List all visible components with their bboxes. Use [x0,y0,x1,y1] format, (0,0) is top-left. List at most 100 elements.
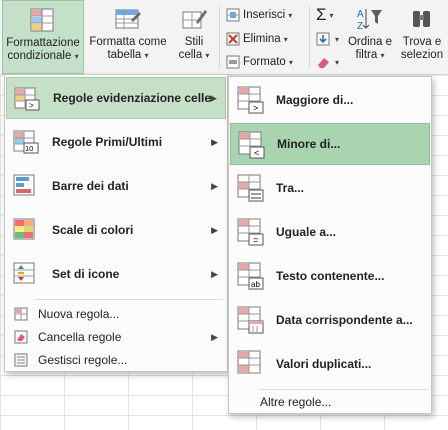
between-icon [237,174,264,202]
new-rule-icon [14,307,28,321]
menu-item-color-scales[interactable]: Scale di colori ▶ [6,209,226,251]
chevron-down-icon: ▾ [205,51,210,60]
equal-to-icon: = [237,218,264,246]
data-bars-icon [13,174,35,196]
eraser-icon [318,58,329,68]
submenu-item-label: Valori duplicati... [276,357,372,371]
binoculars-icon [413,11,430,27]
submenu-item-less-than[interactable]: < Minore di... [230,123,430,165]
submenu-arrow-icon: ▶ [210,92,217,103]
color-scales-icon [13,218,35,240]
submenu-item-date-occurring[interactable]: Data corrispondente a... [230,299,430,341]
delete-label: Elimina [243,33,281,45]
fill-button[interactable]: ▾ [316,30,339,48]
submenu-item-label: Tra... [276,181,305,195]
format-table-icon [115,9,141,29]
insert-cells-button[interactable]: Inserisci ▾ [226,6,292,24]
chevron-down-icon: ▾ [288,57,293,67]
manage-rules-icon [14,353,28,367]
format-as-table-label-2: tabella [107,49,142,61]
duplicate-values-icon [237,350,261,374]
menu-item-clear-rules[interactable]: Cancella regole ▶ [6,326,226,348]
conditional-formatting-icon [30,8,54,32]
conditional-formatting-label-2: condizionale [7,50,72,62]
top-bottom-badge: 10 [25,144,33,153]
chevron-down-icon: ▾ [283,34,288,44]
cell-styles-icon [182,10,207,29]
sort-filter-icon: A Z [357,9,382,32]
chevron-down-icon: ▾ [380,51,385,60]
menu-item-manage-rules[interactable]: Gestisci regole... [6,349,226,371]
submenu-arrow-icon: ▶ [211,136,218,147]
delete-cells-button[interactable]: Elimina ▾ [226,30,288,48]
menu-item-label: Cancella regole [38,330,122,344]
submenu-item-label: Altre regole... [260,395,332,409]
submenu-item-more-rules[interactable]: Altre regole... [230,390,430,414]
menu-item-label: Set di icone [52,267,120,281]
chevron-down-icon: ▾ [335,34,340,44]
ribbon-divider [309,6,310,68]
menu-item-top-bottom-rules[interactable]: 10 Regole Primi/Ultimi ▶ [6,121,226,163]
svg-text:Z: Z [357,21,363,32]
submenu-item-label: Testo contenente... [276,269,385,283]
sort-filter-button[interactable]: A Z Ordina e filtra ▾ [346,0,394,74]
cell-styles-label-1: Stili [184,36,204,48]
submenu-item-label: Minore di... [277,137,341,151]
cell-styles-label-2: cella [178,49,203,61]
ribbon: Formattazione condizionale ▾ Formatta co… [0,0,448,75]
sort-filter-label-1: Ordina e [347,36,393,48]
sigma-icon: Σ [316,5,327,24]
conditional-formatting-label-1: Formattazione [6,37,80,49]
conditional-formatting-button[interactable]: Formattazione condizionale ▾ [2,0,84,74]
date-occurring-icon [237,306,264,334]
autosum-button[interactable]: Σ ▾ [316,5,334,24]
menu-item-highlight-cells-rules[interactable]: > Regole evidenziazione celle ▶ [6,77,226,119]
submenu-item-label: Uguale a... [276,225,337,239]
format-label: Formato [243,56,286,68]
text-contains-icon: ab [237,262,264,290]
menu-item-data-bars[interactable]: Barre dei dati ▶ [6,165,226,207]
chevron-down-icon: ▾ [144,51,149,60]
menu-item-label: Regole Primi/Ultimi [52,135,163,149]
ribbon-divider [219,6,220,68]
greater-than-icon: > [237,86,264,114]
clear-rules-icon [14,330,28,344]
svg-text:>: > [29,101,34,110]
format-cells-icon [226,55,240,69]
submenu-item-text-contains[interactable]: ab Testo contenente... [230,255,430,297]
submenu-item-greater-than[interactable]: > Maggiore di... [230,79,430,121]
delete-cells-icon [226,32,240,46]
svg-text:A: A [357,9,364,20]
format-cells-button[interactable]: Formato ▾ [226,53,293,71]
chevron-down-icon: ▾ [74,52,79,61]
submenu-item-between[interactable]: Tra... [230,167,430,209]
submenu-arrow-icon: ▶ [211,268,218,279]
cell-styles-button[interactable]: Stili cella ▾ [172,0,216,74]
format-as-table-label-1: Formatta come [89,36,167,48]
less-than-icon: < [238,131,265,159]
highlight-rules-icon: > [14,87,40,111]
greater-than-glyph: > [253,103,258,113]
top-bottom-rules-icon: 10 [13,130,39,154]
chevron-down-icon: ▾ [288,10,293,20]
find-select-button[interactable]: Trova e selezion [396,0,448,74]
insert-label: Inserisci [243,9,286,21]
menu-item-label: Nuova regola... [38,307,120,321]
icon-sets-icon [13,262,35,284]
submenu-item-duplicate-values[interactable]: Valori duplicati... [230,343,430,385]
find-select-label-1: Trova e [402,36,442,48]
text-contains-glyph: ab [251,280,260,289]
chevron-down-icon: ▾ [329,10,334,20]
menu-item-label: Scale di colori [52,223,134,237]
submenu-arrow-icon: ▶ [211,224,218,235]
clear-button[interactable]: ▾ [316,53,339,71]
menu-separator [35,299,223,300]
submenu-arrow-icon: ▶ [211,331,218,342]
format-as-table-button[interactable]: Formatta come tabella ▾ [86,0,170,74]
menu-item-new-rule[interactable]: Nuova regola... [6,303,226,325]
submenu-item-equal-to[interactable]: = Uguale a... [230,211,430,253]
menu-item-icon-sets[interactable]: Set di icone ▶ [6,253,226,295]
sort-filter-label-2: filtra [355,49,378,61]
highlight-cells-submenu: > Maggiore di... < Minore di... Tra... =… [228,76,432,414]
submenu-arrow-icon: ▶ [211,180,218,191]
